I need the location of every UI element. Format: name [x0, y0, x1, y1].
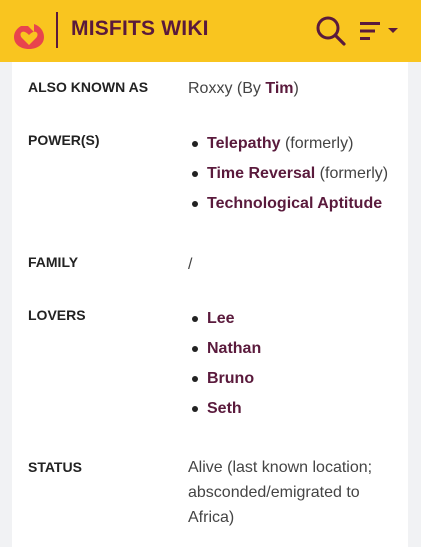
infobox: ALSO KNOWN AS Roxxy (By Tim) POWER(S) Te…: [12, 62, 408, 547]
list-item: Time Reversal (formerly): [190, 163, 405, 193]
power-link[interactable]: Technological Aptitude: [207, 195, 382, 212]
hamburger-menu-icon[interactable]: [360, 19, 402, 43]
chevron-down-icon: [388, 28, 398, 33]
family-value: /: [188, 256, 193, 273]
lovers-list: Lee Nathan Bruno Seth: [190, 308, 405, 428]
list-item: Seth: [190, 398, 405, 428]
header-divider: [56, 12, 58, 48]
top-navigation-bar: MISFITS WIKI: [0, 0, 421, 62]
aka-value: Roxxy (By Tim): [188, 76, 398, 101]
aka-prefix: Roxxy (By: [188, 80, 266, 97]
list-item: Lee: [190, 308, 405, 338]
power-note: (formerly): [319, 165, 389, 182]
infobox-row-powers: POWER(S) Telepathy (formerly) Time Rever…: [12, 132, 408, 222]
powers-list: Telepathy (formerly) Time Reversal (form…: [190, 133, 405, 223]
aka-suffix: ): [293, 80, 299, 97]
aka-link-tim[interactable]: Tim: [265, 80, 293, 97]
list-item: Nathan: [190, 338, 405, 368]
lover-link[interactable]: Seth: [207, 400, 242, 417]
lover-link[interactable]: Lee: [207, 310, 235, 327]
infobox-row-family: FAMILY /: [12, 254, 408, 284]
lover-link[interactable]: Nathan: [207, 340, 261, 357]
family-label: FAMILY: [28, 254, 79, 270]
infobox-row-status: STATUS Alive (last known location; absco…: [12, 459, 408, 539]
aka-label: ALSO KNOWN AS: [28, 79, 149, 95]
infobox-row-aka: ALSO KNOWN AS Roxxy (By Tim): [12, 79, 408, 109]
list-item: Bruno: [190, 368, 405, 398]
power-note: (formerly): [284, 135, 354, 152]
power-link[interactable]: Telepathy: [207, 135, 281, 152]
fandom-heart-logo-icon[interactable]: [12, 10, 46, 50]
lovers-label: LOVERS: [28, 307, 86, 323]
search-icon[interactable]: [315, 15, 347, 47]
infobox-row-lovers: LOVERS Lee Nathan Bruno Seth: [12, 307, 408, 427]
status-value: Alive (last known location; absconded/em…: [188, 459, 373, 526]
list-item: Telepathy (formerly): [190, 133, 405, 163]
status-label: STATUS: [28, 459, 82, 475]
lover-link[interactable]: Bruno: [207, 370, 254, 387]
powers-label: POWER(S): [28, 132, 100, 148]
list-item: Technological Aptitude: [190, 193, 405, 223]
power-link[interactable]: Time Reversal: [207, 165, 315, 182]
wiki-title[interactable]: MISFITS WIKI: [71, 17, 209, 41]
